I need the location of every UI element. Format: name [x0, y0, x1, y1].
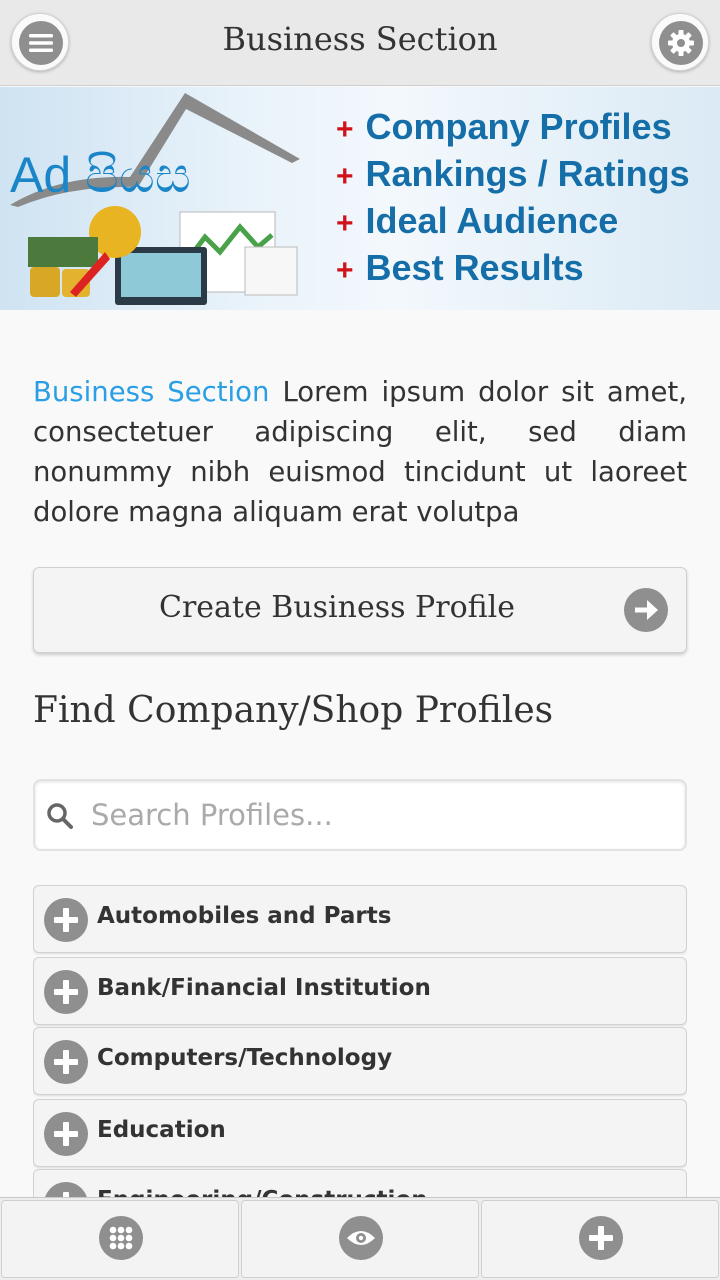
category-item-automobiles[interactable]: Automobiles and Parts	[33, 885, 687, 953]
eye-icon	[339, 1216, 383, 1260]
category-list: Automobiles and Parts Bank/Financial Ins…	[33, 885, 687, 1197]
logo-text: Ad පියස	[10, 147, 191, 203]
search-box[interactable]	[33, 779, 687, 851]
plus-symbol: +	[336, 113, 354, 146]
feature-item: + Rankings / Ratings	[336, 150, 690, 197]
category-item-bank[interactable]: Bank/Financial Institution	[33, 957, 687, 1025]
plus-icon	[579, 1216, 623, 1260]
plus-circle-icon	[44, 970, 88, 1014]
category-label: Education	[97, 1117, 226, 1143]
create-button-label: Create Business Profile	[159, 590, 515, 625]
feature-label: Ideal Audience	[365, 200, 619, 241]
plus-symbol: +	[336, 254, 354, 287]
tab-add[interactable]	[481, 1200, 719, 1278]
feature-item: + Best Results	[336, 244, 690, 291]
feature-item: + Company Profiles	[336, 103, 690, 150]
feature-list: + Company Profiles + Rankings / Ratings + I…	[336, 103, 690, 291]
page-title: Business Section	[222, 20, 498, 58]
plus-circle-icon	[44, 898, 88, 942]
arrow-right-icon	[624, 588, 668, 632]
category-label: Engineering/Construction	[97, 1187, 428, 1197]
grid-icon	[99, 1216, 143, 1260]
plus-circle-icon	[44, 1182, 88, 1197]
plus-circle-icon	[44, 1112, 88, 1156]
feature-item: + Ideal Audience	[336, 197, 690, 244]
category-label: Bank/Financial Institution	[97, 975, 431, 1001]
category-item-engineering[interactable]: Engineering/Construction	[33, 1169, 687, 1197]
plus-circle-icon	[44, 1040, 88, 1084]
promo-banner: Ad පියස + Company Profiles + Rankings / Ra…	[0, 87, 720, 310]
search-icon	[45, 801, 75, 835]
find-profiles-heading: Find Company/Shop Profiles	[33, 690, 554, 731]
tab-view[interactable]	[241, 1200, 479, 1278]
tab-grid[interactable]	[1, 1200, 239, 1278]
gear-icon	[659, 21, 703, 65]
feature-label: Best Results	[365, 247, 584, 288]
bottom-nav-bar	[0, 1197, 720, 1280]
intro-paragraph: Business Section Lorem ipsum dolor sit a…	[33, 372, 687, 532]
category-label: Automobiles and Parts	[97, 903, 392, 929]
app-header: Business Section	[0, 0, 720, 86]
create-business-profile-button[interactable]: Create Business Profile	[33, 567, 687, 653]
category-item-computers[interactable]: Computers/Technology	[33, 1027, 687, 1095]
category-item-education[interactable]: Education	[33, 1099, 687, 1167]
feature-label: Rankings / Ratings	[365, 153, 690, 194]
intro-highlight: Business Section	[33, 376, 270, 408]
plus-symbol: +	[336, 207, 354, 240]
plus-symbol: +	[336, 160, 354, 193]
feature-label: Company Profiles	[365, 106, 672, 147]
category-label: Computers/Technology	[97, 1045, 393, 1071]
banner-illustration: Ad පියස	[10, 93, 300, 305]
settings-button[interactable]	[651, 13, 709, 71]
search-input[interactable]	[91, 793, 671, 837]
